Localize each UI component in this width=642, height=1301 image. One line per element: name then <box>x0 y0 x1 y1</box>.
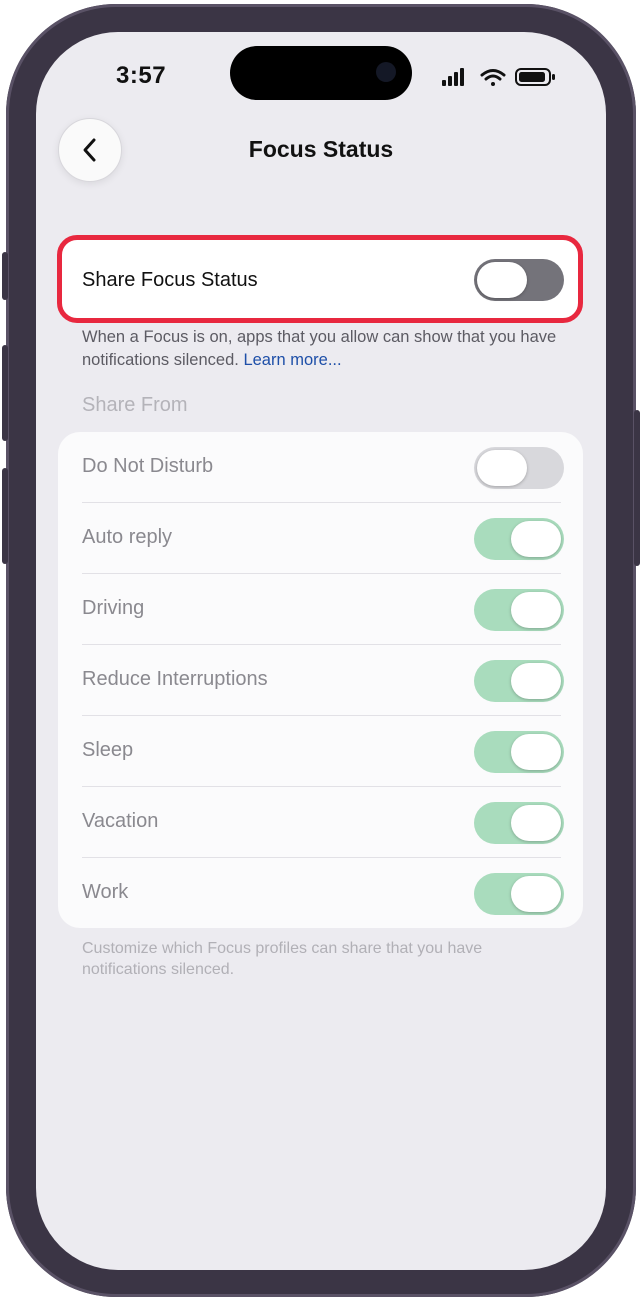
learn-more-link[interactable]: Learn more... <box>243 351 341 369</box>
list-item-label: Vacation <box>82 810 159 832</box>
page-title: Focus Status <box>248 136 394 162</box>
share-from-item-vacation: Vacation <box>58 787 583 858</box>
volume-up-button <box>2 345 8 441</box>
do-not-disturb-toggle[interactable] <box>474 447 564 489</box>
reduce-interruptions-toggle[interactable] <box>474 660 564 702</box>
share-from-header: Share From <box>82 394 188 416</box>
share-from-item-driving: Driving <box>58 574 583 645</box>
status-icons <box>442 66 562 88</box>
toggle-knob <box>511 876 561 912</box>
toggle-knob <box>511 805 561 841</box>
list-item-label: Reduce Interruptions <box>82 668 268 690</box>
share-focus-status-label: Share Focus Status <box>82 269 258 291</box>
toggle-knob <box>511 592 561 628</box>
toggle-knob <box>477 450 527 486</box>
share-from-item-sleep: Sleep <box>58 716 583 787</box>
list-item-label: Driving <box>82 597 145 619</box>
list-item-label: Work <box>82 881 129 903</box>
share-focus-note: When a Focus is on, apps that you allow … <box>82 326 562 372</box>
battery-icon <box>515 68 555 86</box>
screen: 3:57 Focus Status Share Focus Status Whe… <box>36 32 606 1270</box>
share-from-list: Do Not Disturb Auto reply Driving Reduce… <box>58 432 583 928</box>
wifi-icon <box>480 69 506 86</box>
vacation-toggle[interactable] <box>474 802 564 844</box>
share-from-item-auto-reply: Auto reply <box>58 503 583 574</box>
list-item-label: Do Not Disturb <box>82 455 214 477</box>
front-camera <box>376 62 396 82</box>
work-toggle[interactable] <box>474 873 564 915</box>
share-from-item-do-not-disturb: Do Not Disturb <box>58 432 583 503</box>
cellular-signal-icon <box>442 68 464 86</box>
share-from-item-reduce-interruptions: Reduce Interruptions <box>58 645 583 716</box>
list-item-label: Sleep <box>82 739 134 761</box>
toggle-knob <box>511 734 561 770</box>
share-from-item-work: Work <box>58 858 583 929</box>
toggle-knob <box>511 663 561 699</box>
toggle-knob <box>511 521 561 557</box>
toggle-knob <box>477 262 527 298</box>
share-from-footer-note: Customize which Focus profiles can share… <box>82 940 483 978</box>
sleep-toggle[interactable] <box>474 731 564 773</box>
volume-down-button <box>2 468 8 564</box>
driving-toggle[interactable] <box>474 589 564 631</box>
share-focus-status-toggle[interactable] <box>474 259 564 301</box>
status-time: 3:57 <box>116 62 167 89</box>
dynamic-island <box>230 46 412 100</box>
list-item-label: Auto reply <box>82 526 173 548</box>
action-button <box>2 252 8 300</box>
power-button <box>634 410 640 566</box>
auto-reply-toggle[interactable] <box>474 518 564 560</box>
